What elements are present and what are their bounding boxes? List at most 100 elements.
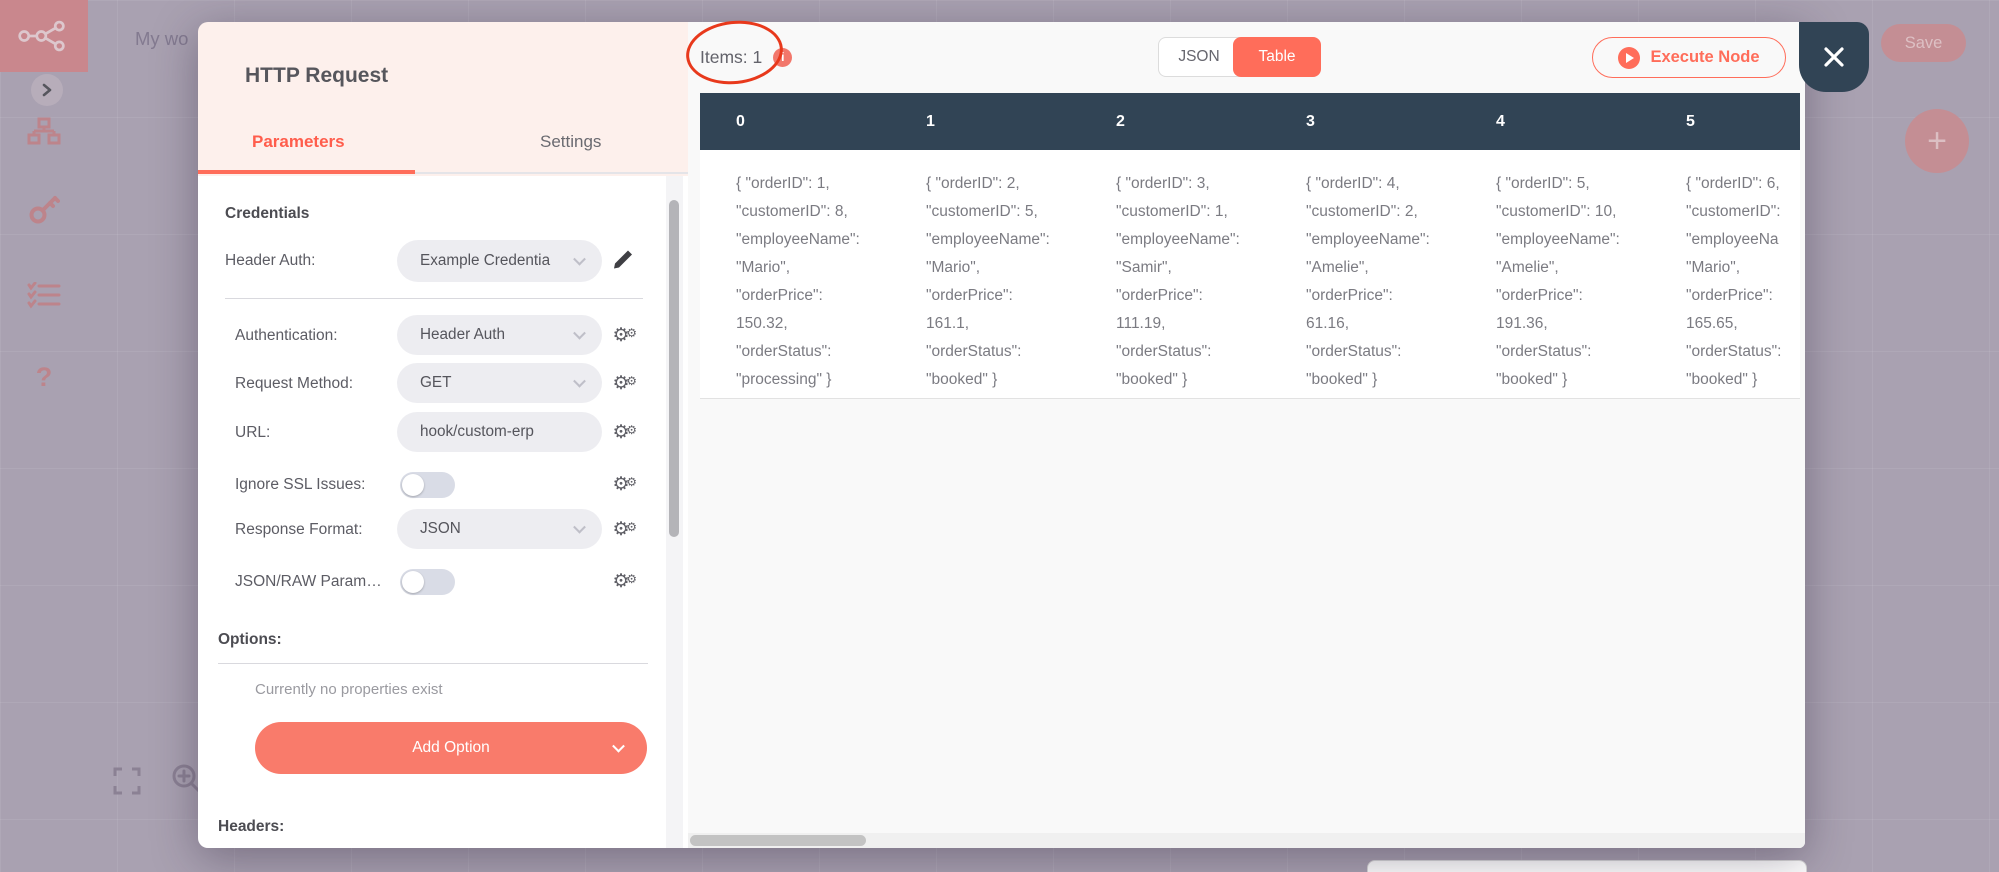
gear-icon[interactable]: ⚙ ⚙ [606,472,637,498]
expand-icon [113,767,141,795]
close-modal-button[interactable] [1799,22,1869,92]
add-option-label: Add Option [412,739,490,756]
table-cell: { "orderID": 5, "customerID": 10, "employe… [1496,175,1620,388]
key-icon [29,196,60,224]
gear-icon[interactable]: ⚙ ⚙ [606,517,637,543]
credential-row: Header Auth: Example Credentia [198,240,688,282]
sitemap-icon [27,117,61,145]
field-label: Authentication: [235,327,338,344]
table-column-header: 0 [736,113,745,130]
credential-select[interactable]: Example Credentia [397,240,602,282]
field-label: Ignore SSL Issues: [235,476,366,493]
workflow-title: My wo [135,28,189,49]
table-cell: { "orderID": 4, "customerID": 2, "employee… [1306,175,1430,388]
execute-node-button[interactable]: Execute Node [1592,37,1786,78]
field-label: URL: [235,424,271,441]
divider [218,663,648,664]
node-title: HTTP Request [245,64,389,87]
json-view-button[interactable]: JSON [1158,37,1239,77]
field-row-ignore-ssl: Ignore SSL Issues: ⚙ ⚙ [198,464,688,506]
chevron-down-icon [573,252,586,266]
table-cell: { "orderID": 2, "customerID": 5, "employee… [926,175,1050,388]
node-config-header: HTTP Request Parameters Settings [198,22,688,176]
tab-parameters[interactable]: Parameters [252,132,345,152]
ignore-ssl-toggle[interactable] [400,472,455,498]
chevron-down-icon [573,374,586,388]
table-cell: { "orderID": 6, "customerID": "employeeNa "… [1686,175,1782,388]
node-settings-modal: HTTP Request Parameters Settings Credent… [198,22,1805,848]
authentication-select[interactable]: Header Auth [397,315,602,355]
url-input[interactable]: hook/custom-erp [397,412,602,452]
checklist-icon [27,282,61,309]
credential-value: Example Credentia [420,252,551,269]
nodes-logo-icon [18,20,65,52]
active-tab-underline [198,170,415,174]
chevron-down-icon [573,326,586,340]
save-button[interactable]: Save [1881,24,1966,62]
authentication-value: Header Auth [420,326,506,343]
table-body-row: { "orderID": 1, "customerID": 8, "employee… [700,150,1800,399]
close-icon [1824,47,1844,67]
output-hscrollbar-thumb[interactable] [690,835,866,846]
items-count-label: Items: 1 [700,47,763,67]
output-view-toggle: JSON Table [1158,37,1321,77]
sidebar-item-help[interactable]: ? [0,362,88,393]
node-config-body: Credentials Header Auth: Example Credent… [198,176,688,848]
node-config-panel: HTTP Request Parameters Settings Credent… [198,22,688,848]
response-format-value: JSON [420,520,461,537]
options-heading: Options: [218,631,282,648]
gear-icon[interactable]: ⚙ ⚙ [606,569,637,595]
add-option-button[interactable]: Add Option [255,722,647,774]
table-cell: { "orderID": 3, "customerID": 1, "employee… [1116,175,1240,388]
output-hscrollbar[interactable] [688,833,1805,848]
table-column-header: 2 [1116,113,1125,130]
field-row-request-method: Request Method: GET ⚙ ⚙ [198,363,688,405]
response-format-select[interactable]: JSON [397,509,602,549]
gear-icon[interactable]: ⚙ ⚙ [606,323,637,349]
table-column-header: 5 [1686,113,1695,130]
field-row-response-format: Response Format: JSON ⚙ ⚙ [198,509,688,551]
chevron-down-icon [573,520,586,534]
sidebar-item-executions[interactable] [0,282,88,309]
field-label: Response Format: [235,521,363,538]
info-icon[interactable]: i [773,48,793,67]
execute-node-label: Execute Node [1650,48,1760,66]
chevron-right-icon [42,83,52,97]
request-method-select[interactable]: GET [397,363,602,403]
divider [225,298,643,299]
config-scrollbar-thumb[interactable] [669,200,679,537]
field-label: Request Method: [235,375,354,392]
pencil-icon [614,250,632,269]
toggle-knob [402,474,424,496]
tab-settings[interactable]: Settings [540,132,601,152]
table-column-header: 4 [1496,113,1505,130]
tab-underline [415,172,688,174]
zoom-to-fit-button[interactable] [112,766,142,799]
sidebar-expand-button[interactable] [31,74,63,106]
left-sidebar: ? [0,0,88,872]
play-icon [1618,46,1641,69]
credentials-heading: Credentials [225,205,310,222]
app-window: My wo Save + ? HTTP Request Parameters S… [0,0,1999,872]
credential-label: Header Auth: [225,252,316,269]
add-node-button[interactable]: + [1905,109,1969,173]
toggle-knob [402,571,424,593]
gear-icon[interactable]: ⚙ ⚙ [606,371,637,397]
n8n-logo[interactable] [0,0,88,72]
sidebar-item-workflows[interactable] [0,117,88,145]
canvas-popup-edge [1367,860,1807,872]
output-topbar: Items: 1 i JSON Table Execute Node [688,22,1805,93]
field-label: JSON/RAW Param… [235,573,382,590]
field-row-url: URL: hook/custom-erp ⚙ ⚙ [198,412,688,454]
table-cell: { "orderID": 1, "customerID": 8, "employee… [736,175,860,388]
json-raw-toggle[interactable] [400,569,455,595]
sidebar-item-credentials[interactable] [0,194,88,225]
headers-heading: Headers: [218,818,285,835]
table-view-button[interactable]: Table [1233,37,1321,77]
edit-credential-button[interactable] [611,248,635,275]
gear-icon[interactable]: ⚙ ⚙ [606,420,637,446]
request-method-value: GET [420,374,452,391]
config-scrollbar[interactable] [666,176,683,848]
field-row-authentication: Authentication: Header Auth ⚙ ⚙ [198,315,688,357]
table-header-row: 0 1 2 3 4 5 [700,93,1800,150]
